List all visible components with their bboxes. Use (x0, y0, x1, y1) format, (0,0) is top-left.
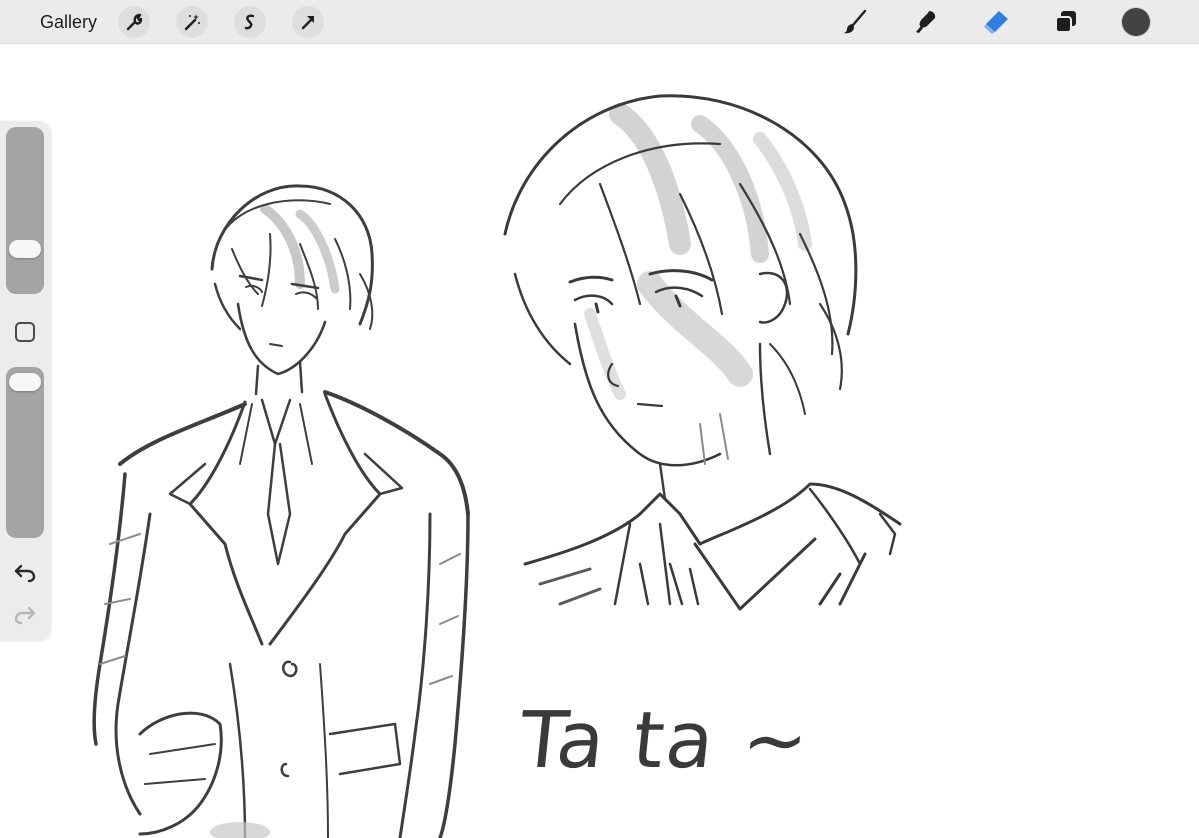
wrench-icon[interactable] (118, 6, 150, 38)
selection-icon[interactable] (234, 6, 266, 38)
opacity-thumb[interactable] (9, 373, 41, 391)
gallery-button[interactable]: Gallery (40, 11, 97, 33)
left-sidebar (0, 121, 51, 640)
top-toolbar: Gallery (0, 0, 1199, 44)
eraser-icon[interactable] (980, 6, 1012, 38)
smudge-icon[interactable] (909, 6, 941, 38)
full-body-figure-sketch (92, 184, 470, 838)
brush-size-slider[interactable] (6, 127, 44, 294)
color-swatch[interactable] (1122, 8, 1150, 36)
undo-icon[interactable] (12, 559, 38, 585)
opacity-slider[interactable] (6, 367, 44, 538)
brush-size-thumb[interactable] (9, 240, 41, 258)
drawing-canvas[interactable]: Ta ta ~ (0, 44, 1199, 838)
brush-icon[interactable] (839, 6, 871, 38)
handwritten-text: Ta ta ~ (515, 696, 815, 786)
redo-icon[interactable] (12, 601, 38, 627)
transform-arrow-icon[interactable] (292, 6, 324, 38)
magic-wand-icon[interactable] (176, 6, 208, 38)
portrait-sketch (503, 94, 902, 611)
layers-icon[interactable] (1050, 6, 1082, 38)
modifier-button[interactable] (15, 322, 35, 342)
